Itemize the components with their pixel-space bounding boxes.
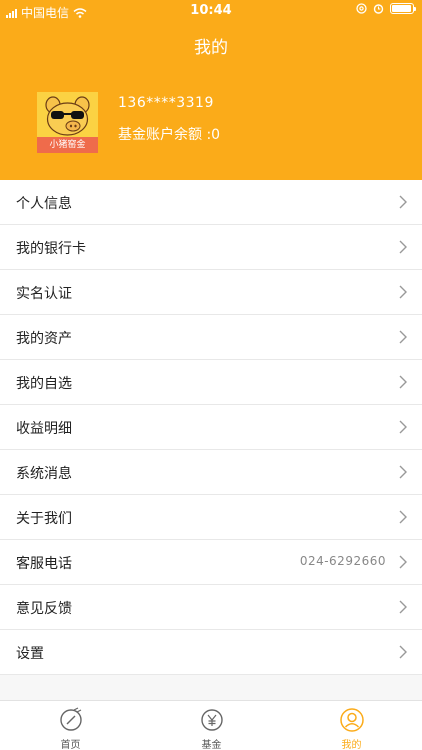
user-icon [340,708,364,732]
menu-item-real-name-auth[interactable]: 实名认证 [0,270,422,315]
menu-item-assets[interactable]: 我的资产 [0,315,422,360]
alarm-icon [373,4,384,14]
menu-item-earnings-detail[interactable]: 收益明细 [0,405,422,450]
tab-home[interactable]: 首页 [0,701,141,750]
menu-item-label: 实名认证 [16,286,72,302]
status-bar: 中国电信 10:44 [0,0,422,22]
chevron-right-icon [399,555,407,569]
yen-icon [201,709,223,731]
menu-item-feedback[interactable]: 意见反馈 [0,585,422,630]
chevron-right-icon [399,645,407,659]
menu-item-label: 客服电话 [16,556,72,572]
chevron-right-icon [399,510,407,524]
tab-label: 首页 [60,740,81,750]
profile-header: 中国电信 10:44 我的 小猪窑金 136****3319 基金账户余额:0 [0,0,422,180]
menu-item-label: 我的资产 [16,331,72,347]
menu-item-personal-info[interactable]: 个人信息 [0,180,422,225]
tab-fund[interactable]: 基金 [141,701,282,750]
tab-label: 我的 [341,740,362,750]
menu-item-about-us[interactable]: 关于我们 [0,495,422,540]
menu-item-system-messages[interactable]: 系统消息 [0,450,422,495]
menu-item-label: 设置 [16,646,44,662]
user-phone: 136****3319 [118,95,214,111]
chevron-right-icon [399,465,407,479]
page-title: 我的 [194,38,228,58]
menu-item-label: 我的银行卡 [16,241,86,257]
chevron-right-icon [399,195,407,209]
at-icon [356,3,367,14]
menu-item-watchlist[interactable]: 我的自选 [0,360,422,405]
avatar-caption: 小猪窑金 [37,137,98,153]
menu-item-label: 收益明细 [16,421,72,437]
tab-bar: 首页 基金 我的 [0,700,422,750]
menu-item-customer-service[interactable]: 客服电话 024-6292660 [0,540,422,585]
menu-item-label: 系统消息 [16,466,72,482]
menu-item-label: 个人信息 [16,196,72,212]
chevron-right-icon [399,420,407,434]
menu-item-label: 关于我们 [16,511,72,527]
service-phone-number: 024-6292660 [299,554,386,568]
pig-icon [45,96,90,136]
chevron-right-icon [399,375,407,389]
menu-item-bank-card[interactable]: 我的银行卡 [0,225,422,270]
home-icon [60,707,82,731]
menu-item-label: 意见反馈 [16,601,72,617]
tab-label: 基金 [201,740,222,750]
battery-icon [390,3,416,14]
chevron-right-icon [399,285,407,299]
account-balance: 基金账户余额 :0 [118,127,221,143]
chevron-right-icon [399,330,407,344]
tab-mine[interactable]: 我的 [281,701,422,750]
avatar[interactable]: 小猪窑金 [37,92,98,153]
chevron-right-icon [399,600,407,614]
settings-menu: 个人信息 我的银行卡 实名认证 我的资产 我的自选 收益明细 系统消息 关于我们… [0,180,422,675]
menu-item-settings[interactable]: 设置 [0,630,422,675]
chevron-right-icon [399,240,407,254]
menu-item-label: 我的自选 [16,376,72,392]
